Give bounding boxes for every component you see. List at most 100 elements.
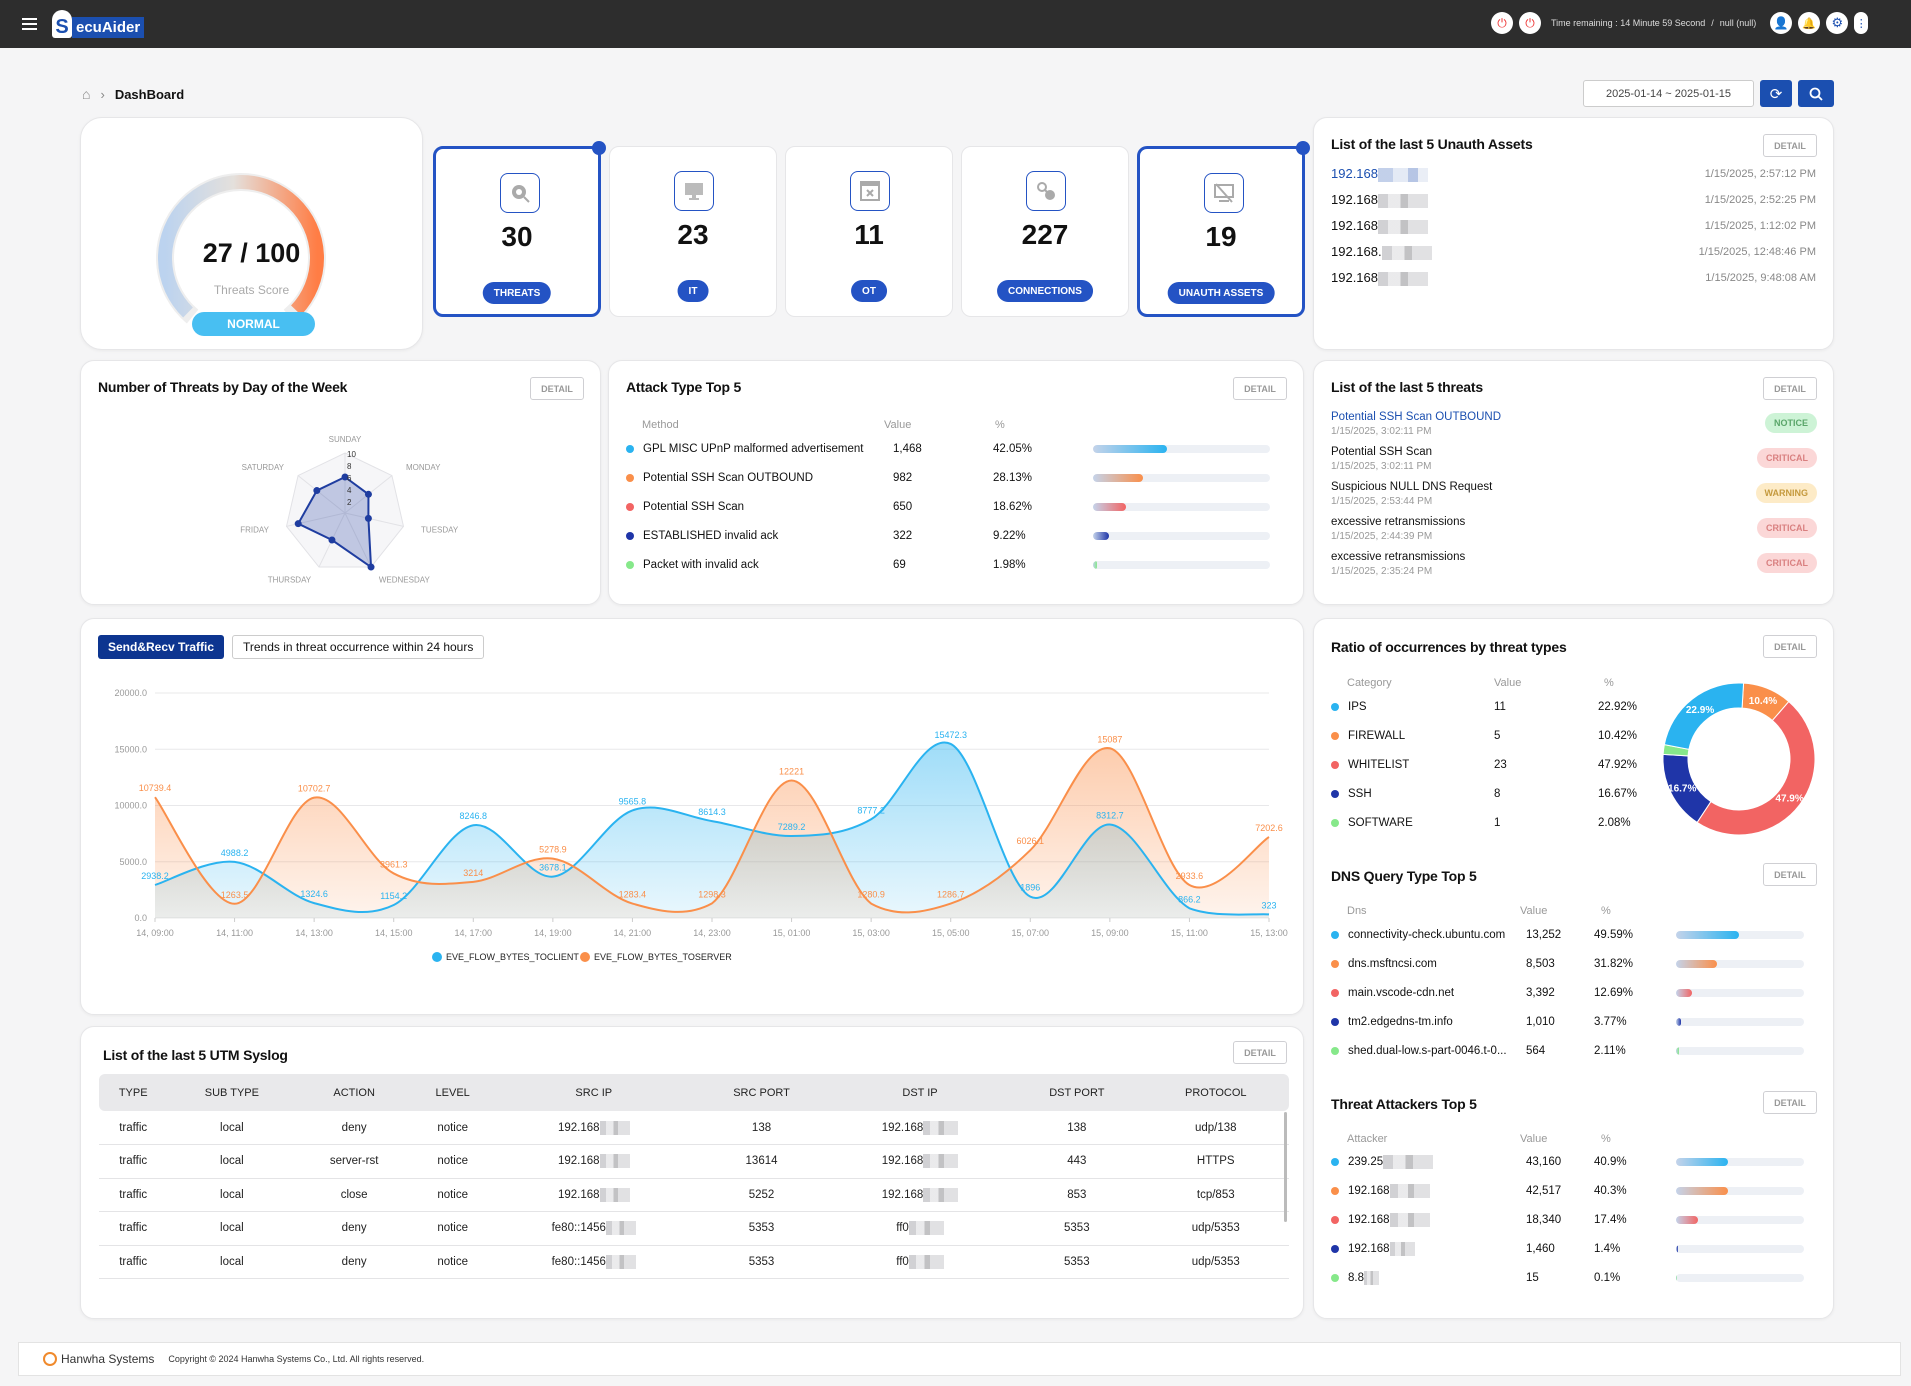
stat-card-connections[interactable]: 227 CONNECTIONS [961,146,1129,317]
detail-button[interactable]: DETAIL [1763,635,1817,658]
bell-icon[interactable]: 🔔 [1798,12,1821,34]
column-header[interactable]: DST PORT [1011,1074,1143,1111]
stat-card-unauth-assets[interactable]: 19 UNAUTH ASSETS [1137,141,1310,317]
radar-label: WEDNESDAY [379,576,431,585]
column-header[interactable]: LEVEL [411,1074,494,1111]
stat-label[interactable]: THREATS [482,282,552,304]
threat-name[interactable]: Potential SSH Scan [1331,446,1432,458]
redacted-block [1381,245,1432,260]
legend-dot [626,561,634,569]
monitor-off-icon [1204,173,1244,213]
data-label: 8614.3 [698,807,726,817]
column-header[interactable]: SRC PORT [694,1074,829,1111]
logo[interactable]: S ecuAider [52,8,145,38]
dns-item[interactable]: connectivity-check.ubuntu.com [1331,927,1528,943]
attackers-item[interactable]: 239.25 [1331,1154,1528,1170]
ratio-item[interactable]: WHITELIST [1331,757,1498,773]
radar-tick: 8 [347,462,352,471]
home-icon[interactable]: ⌂ [82,86,90,102]
attack-item[interactable]: Potential SSH Scan OUTBOUND [626,470,893,486]
asset-ip[interactable]: 192.168 [1331,166,1428,182]
legend-dot [1331,989,1339,997]
threat-name[interactable]: Potential SSH Scan OUTBOUND [1331,411,1501,423]
attackers-item[interactable]: 192.168 [1331,1241,1528,1257]
table-row[interactable]: traffic local deny notice 192.168 138 192.168 1… [99,1111,1289,1145]
detail-button[interactable]: DETAIL [1763,377,1817,400]
search-button[interactable] [1798,80,1834,107]
column-header[interactable]: DST IP [828,1074,1012,1111]
attackers-item[interactable]: 192.168 [1331,1183,1528,1199]
data-label: 1286.7 [937,890,965,900]
detail-button[interactable]: DETAIL [1763,863,1817,886]
dns-item[interactable]: shed.dual-low.s-part-0046.t-0... [1331,1043,1528,1059]
column-header[interactable]: SRC IP [493,1074,695,1111]
ratio-item[interactable]: SSH [1331,786,1498,802]
detail-button[interactable]: DETAIL [1763,134,1817,157]
stat-card-threats[interactable]: 30 THREATS [433,141,606,317]
refresh-button[interactable]: ⟳ [1760,80,1792,107]
attack-item[interactable]: ESTABLISHED invalid ack [626,528,893,544]
ratio-item[interactable]: SOFTWARE [1331,815,1498,831]
table-row[interactable]: traffic local server-rst notice 192.168 13614… [99,1144,1289,1179]
redacted-block [1389,1184,1430,1198]
stat-card-ot[interactable]: 11 OT [785,146,953,317]
table-row[interactable]: traffic local close notice 192.168 5252 192.16… [99,1178,1289,1212]
radar-tick: 10 [347,450,356,459]
item-percent: 28.13% [993,472,1033,484]
detail-button[interactable]: DETAIL [1763,1091,1817,1114]
column-header[interactable]: PROTOCOL [1142,1074,1289,1111]
chevron-right-icon: › [100,86,105,102]
alert-icon[interactable]: ⏻ [1519,12,1541,34]
legend-dot [1331,1245,1339,1253]
threat-name[interactable]: excessive retransmissions [1331,551,1465,563]
asset-time: 1/15/2025, 1:12:02 PM [1704,219,1816,232]
gear-icon[interactable]: ⚙ [1826,12,1849,34]
attack-item[interactable]: Potential SSH Scan [626,499,893,515]
column-header[interactable]: ACTION [296,1074,412,1111]
table-row[interactable]: traffic local deny notice fe80::1456 5353 ff0 5… [99,1211,1289,1246]
ratio-item[interactable]: IPS [1331,699,1498,715]
column-header[interactable]: TYPE [99,1074,168,1111]
asset-ip[interactable]: 192.168. [1331,244,1432,260]
attackers-item[interactable]: 192.168 [1331,1212,1528,1228]
dns-item[interactable]: tm2.edgedns-tm.info [1331,1014,1528,1030]
dns-item[interactable]: main.vscode-cdn.net [1331,985,1528,1001]
more-icon[interactable]: ⋮ [1854,12,1869,34]
device-icon [850,171,890,211]
threat-name[interactable]: Suspicious NULL DNS Request [1331,481,1492,493]
detail-button[interactable]: DETAIL [1233,1041,1287,1064]
unauth-asset-item[interactable]: 192.168 1/15/2025, 9:48:08 AM [1331,270,1816,286]
unauth-asset-item[interactable]: 192.168 1/15/2025, 1:12:02 PM [1331,218,1816,234]
alert-icon[interactable]: ⏻ [1491,12,1513,34]
redacted-block [1378,193,1428,208]
top-bar: S ecuAider ⏻ ⏻ Time remaining : 14 Minut… [0,0,1911,48]
asset-ip[interactable]: 192.168 [1331,192,1428,208]
asset-ip[interactable]: 192.168 [1331,270,1428,286]
ratio-item[interactable]: FIREWALL [1331,728,1498,744]
column-header[interactable]: SUB TYPE [167,1074,297,1111]
user-icon[interactable]: 👤 [1770,12,1793,34]
detail-button[interactable]: DETAIL [1233,377,1287,400]
unauth-asset-item[interactable]: 192.168 1/15/2025, 2:52:25 PM [1331,192,1816,208]
asset-ip[interactable]: 192.168 [1331,218,1428,234]
x-tick-label: 15, 13:00 [1250,928,1288,938]
stat-card-it[interactable]: 23 IT [609,146,777,317]
threat-name[interactable]: excessive retransmissions [1331,516,1465,528]
stat-label[interactable]: OT [851,280,887,302]
unauth-asset-item[interactable]: 192.168. 1/15/2025, 12:48:46 PM [1331,244,1816,260]
attackers-item[interactable]: 8.8 [1331,1270,1528,1286]
stat-label[interactable]: IT [677,280,709,302]
item-name: WHITELIST [1348,759,1410,771]
attack-item[interactable]: Packet with invalid ack [626,557,893,573]
date-range-input[interactable]: 2025-01-14 ~ 2025-01-15 [1583,80,1754,107]
stat-label[interactable]: UNAUTH ASSETS [1167,282,1275,304]
scrollbar[interactable] [1284,1112,1287,1222]
table-row[interactable]: traffic local deny notice fe80::1456 5353 ff0 5… [99,1245,1289,1279]
stat-label[interactable]: CONNECTIONS [997,280,1093,302]
menu-icon[interactable] [22,18,37,30]
bug-search-icon [500,173,540,213]
table-cell: traffic [99,1178,168,1212]
dns-item[interactable]: dns.msftncsi.com [1331,956,1528,972]
attack-item[interactable]: GPL MISC UPnP malformed advertisement [626,441,893,457]
unauth-asset-item[interactable]: 192.168 1/15/2025, 2:57:12 PM [1331,166,1816,182]
